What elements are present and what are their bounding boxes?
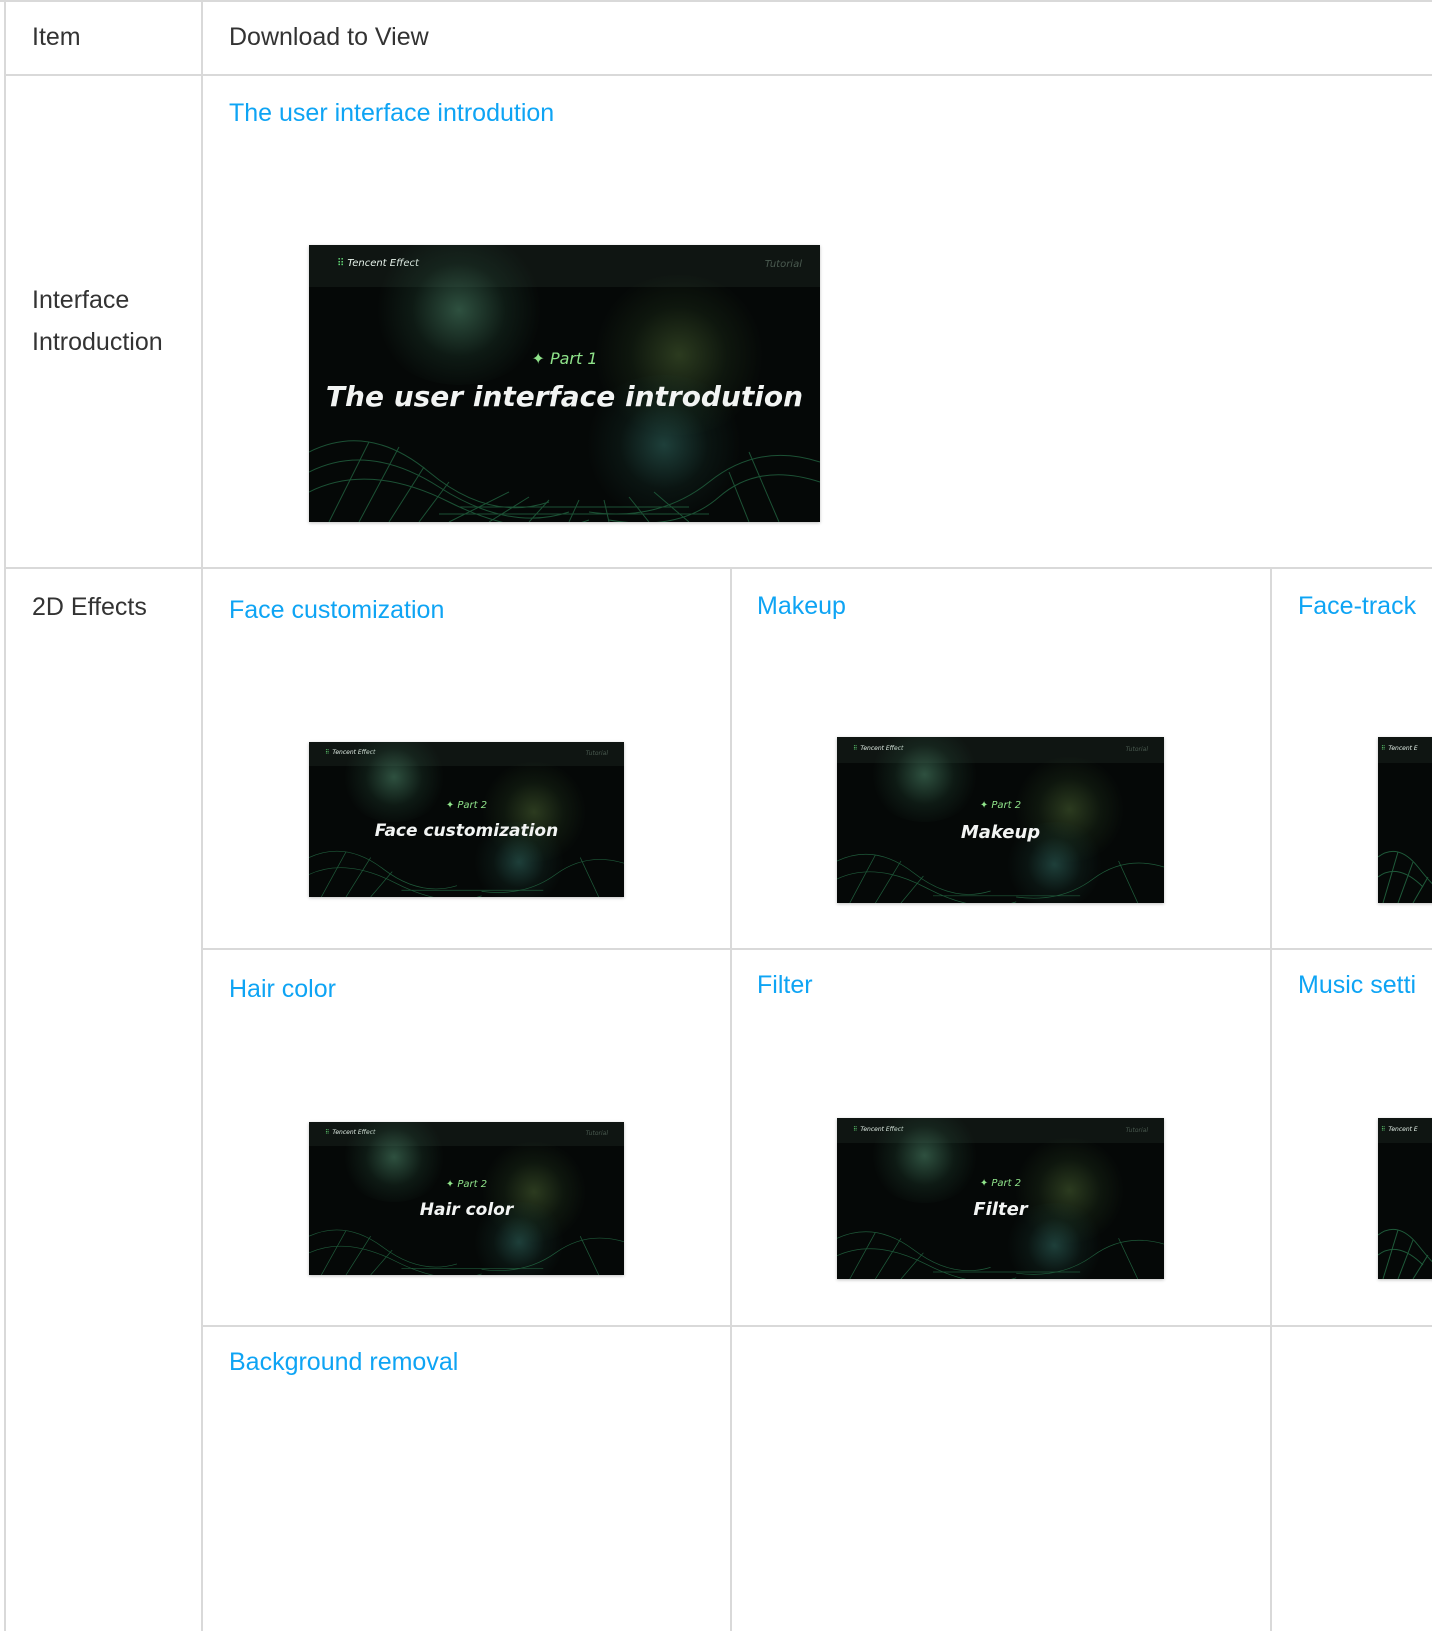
row-divider-2 [202,948,1432,950]
link-makeup[interactable]: Makeup [757,590,846,622]
video-thumbnail-filter[interactable]: ⠿Tencent Effect Tutorial ✦ Part 2 Filter [837,1118,1164,1279]
tencent-effect-logo: ⠿ Tencent E [1381,745,1418,752]
row-label-interface-line2: Introduction [32,328,163,356]
video-thumbnail-music-settings[interactable]: ⠿ Tencent E [1378,1118,1432,1279]
video-thumbnail-interface[interactable]: ⠿ Tencent Effect Tutorial ✦ Part 1 The us… [309,245,820,522]
link-face-track[interactable]: Face-track [1298,590,1416,622]
dots-grid-icon: ⠿ [853,745,858,752]
thumbnail-title: Face customization [374,821,559,841]
wireframe-grid-graphic [837,1231,1164,1279]
video-thumbnail-makeup[interactable]: ⠿Tencent Effect Tutorial ✦ Part 2 Makeup [837,737,1164,903]
link-background-removal[interactable]: Background removal [229,1346,458,1378]
dots-grid-icon: ⠿ [337,258,344,269]
row-divider-1 [4,567,1432,569]
link-face-customization[interactable]: Face customization [229,594,444,626]
thumbnail-title: The user interface introdution [325,380,804,413]
wireframe-grid-graphic [837,853,1164,903]
thumbnail-tag: Tutorial [1125,1127,1148,1134]
thumbnail-part-label: ✦ Part 1 [531,349,598,368]
glow-blob [867,1118,982,1203]
tencent-effect-logo: ⠿ Tencent E [1381,1126,1418,1133]
table-border-top [0,0,1432,2]
header-divider [4,74,1432,76]
thumbnail-tag: Tutorial [585,1130,608,1137]
table-border-left [4,0,6,1631]
column-divider-1 [201,0,203,1631]
link-filter[interactable]: Filter [757,969,813,1001]
thumbnail-part-label: ✦ Part 2 [445,1179,488,1190]
video-thumbnail-hair-color[interactable]: ⠿Tencent Effect Tutorial ✦ Part 2 Hair c… [309,1122,624,1275]
thumbnail-title: Filter [973,1199,1028,1220]
column-header-item: Item [32,23,81,51]
glow-blob [339,1122,449,1202]
thumbnail-part-label: ✦ Part 2 [445,800,488,811]
row-divider-3 [202,1325,1432,1327]
column-divider-3 [1270,568,1272,1631]
wireframe-grid-graphic [1378,850,1432,903]
column-header-download: Download to View [229,23,429,51]
thumbnail-tag: Tutorial [585,750,608,757]
thumbnail-tag: Tutorial [1125,746,1148,753]
dots-grid-icon: ⠿ [1381,1126,1386,1133]
wireframe-grid-graphic [309,1229,624,1275]
link-music-settings[interactable]: Music setti [1298,969,1416,1001]
link-hair-color[interactable]: Hair color [229,973,336,1005]
wireframe-grid-graphic [309,440,820,522]
thumbnail-title: Makeup [960,822,1041,843]
dots-grid-icon: ⠿ [1381,745,1386,752]
thumbnail-part-label: ✦ Part 2 [979,1178,1022,1189]
video-thumbnail-face-customization[interactable]: ⠿Tencent Effect Tutorial ✦ Part 2 Face c… [309,742,624,897]
thumbnail-part-label: ✦ Part 2 [979,800,1022,811]
row-label-2d-effects: 2D Effects [32,593,147,621]
row-label-interface-line1: Interface [32,286,130,314]
thumbnail-tag: Tutorial [764,259,802,270]
dots-grid-icon: ⠿ [853,1126,858,1133]
thumbnail-title: Hair color [419,1200,514,1220]
wireframe-grid-graphic [1378,1228,1432,1279]
wireframe-grid-graphic [309,850,624,897]
link-user-interface-introduction[interactable]: The user interface introdution [229,97,554,129]
dots-grid-icon: ⠿ [325,1129,330,1136]
dots-grid-icon: ⠿ [325,749,330,756]
video-thumbnail-face-track[interactable]: ⠿ Tencent E [1378,737,1432,903]
column-divider-2 [730,568,732,1631]
